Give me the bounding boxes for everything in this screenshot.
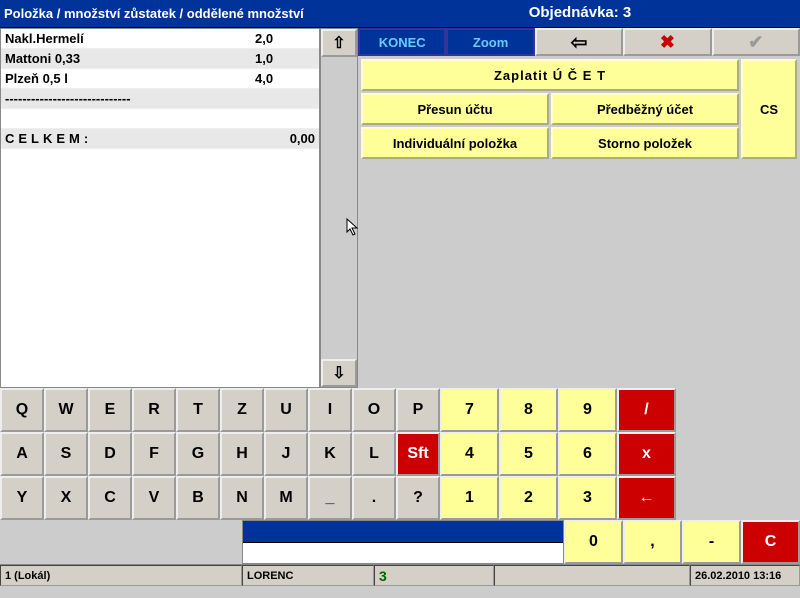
numkey-7[interactable]: 7 xyxy=(440,388,499,432)
key-t[interactable]: T xyxy=(176,388,220,432)
right-blank-area xyxy=(358,162,800,388)
pay-button[interactable]: Zaplatit Ú Č E T xyxy=(361,59,739,91)
status-position: 3 xyxy=(374,565,494,586)
status-bar: 1 (Lokál) LORENC 3 26.02.2010 13:16 xyxy=(0,564,800,586)
konec-button[interactable]: KONEC xyxy=(358,28,446,56)
status-user: LORENC xyxy=(242,565,374,586)
item-name: Plzeň 0,5 l xyxy=(5,71,255,86)
numkey-4[interactable]: 4 xyxy=(440,432,499,476)
status-datetime: 26.02.2010 13:16 xyxy=(690,565,800,586)
numkey-0[interactable]: 0 xyxy=(564,520,623,564)
item-name: Mattoni 0,33 xyxy=(5,51,255,66)
item-qty: 4,0 xyxy=(255,71,315,86)
list-item[interactable]: Nakl.Hermelí 2,0 xyxy=(1,29,319,49)
key-w[interactable]: W xyxy=(44,388,88,432)
key-.[interactable]: . xyxy=(352,476,396,520)
input-top xyxy=(243,521,563,542)
total-row: CELKEM: 0,00 xyxy=(1,129,319,149)
zoom-button[interactable]: Zoom xyxy=(446,28,534,56)
title-bar: Položka / množství zůstatek / oddělené m… xyxy=(0,0,800,28)
order-items-list[interactable]: Nakl.Hermelí 2,0 Mattoni 0,33 1,0 Plzeň … xyxy=(0,28,320,388)
key-q[interactable]: Q xyxy=(0,388,44,432)
input-field[interactable] xyxy=(243,542,563,564)
key-r[interactable]: R xyxy=(132,388,176,432)
numkey-1[interactable]: 1 xyxy=(440,476,499,520)
key-j[interactable]: J xyxy=(264,432,308,476)
key-x[interactable]: X xyxy=(44,476,88,520)
item-qty: 2,0 xyxy=(255,31,315,46)
header-order-label: Objednávka: 3 xyxy=(360,0,800,27)
separator: ----------------------------- xyxy=(1,89,319,109)
numkey-x[interactable]: x xyxy=(617,432,676,476)
individual-item-button[interactable]: Individuální položka xyxy=(361,127,549,159)
key-e[interactable]: E xyxy=(88,388,132,432)
back-arrow-icon: ⇦ xyxy=(571,30,588,55)
key-f[interactable]: F xyxy=(132,432,176,476)
key-s[interactable]: S xyxy=(44,432,88,476)
check-icon: ✔ xyxy=(748,32,763,53)
numkey-←[interactable]: ← xyxy=(617,476,676,520)
key-a[interactable]: A xyxy=(0,432,44,476)
numkey-3[interactable]: 3 xyxy=(558,476,617,520)
key-i[interactable]: I xyxy=(308,388,352,432)
numkey-C[interactable]: C xyxy=(741,520,800,564)
storno-items-button[interactable]: Storno položek xyxy=(551,127,739,159)
move-account-button[interactable]: Přesun účtu xyxy=(361,93,549,125)
scroll-column: ⇧ ⇩ xyxy=(320,28,358,388)
keyboard-input-box[interactable] xyxy=(242,520,564,564)
item-qty: 1,0 xyxy=(255,51,315,66)
key-p[interactable]: P xyxy=(396,388,440,432)
key-k[interactable]: K xyxy=(308,432,352,476)
cs-button[interactable]: CS xyxy=(741,59,797,159)
key-g[interactable]: G xyxy=(176,432,220,476)
status-blank xyxy=(494,565,690,586)
key-_[interactable]: _ xyxy=(308,476,352,520)
key-y[interactable]: Y xyxy=(0,476,44,520)
blank-row xyxy=(1,109,319,129)
numkey-,[interactable]: , xyxy=(623,520,682,564)
numkey-9[interactable]: 9 xyxy=(558,388,617,432)
key-v[interactable]: V xyxy=(132,476,176,520)
numkey--[interactable]: - xyxy=(682,520,741,564)
numkey-5[interactable]: 5 xyxy=(499,432,558,476)
on-screen-keyboard: QWERTZUIOP789/ ASDFGHJKLSft456x YXCVBNM_… xyxy=(0,388,800,564)
key-n[interactable]: N xyxy=(220,476,264,520)
numkey-/[interactable]: / xyxy=(617,388,676,432)
key-?[interactable]: ? xyxy=(396,476,440,520)
scroll-track[interactable] xyxy=(321,57,357,359)
key-c[interactable]: C xyxy=(88,476,132,520)
numkey-8[interactable]: 8 xyxy=(499,388,558,432)
list-item[interactable]: Plzeň 0,5 l 4,0 xyxy=(1,69,319,89)
confirm-button[interactable]: ✔ xyxy=(712,28,800,56)
scroll-down-button[interactable]: ⇩ xyxy=(321,359,357,387)
item-name: Nakl.Hermelí xyxy=(5,31,255,46)
status-lokal: 1 (Lokál) xyxy=(0,565,242,586)
back-button[interactable]: ⇦ xyxy=(535,28,623,56)
x-icon: ✖ xyxy=(660,32,675,53)
key-h[interactable]: H xyxy=(220,432,264,476)
key-m[interactable]: M xyxy=(264,476,308,520)
key-sft[interactable]: Sft xyxy=(396,432,440,476)
scroll-up-button[interactable]: ⇧ xyxy=(321,29,357,57)
keyboard-pad xyxy=(0,520,242,564)
preliminary-account-button[interactable]: Předběžný účet xyxy=(551,93,739,125)
numkey-6[interactable]: 6 xyxy=(558,432,617,476)
key-d[interactable]: D xyxy=(88,432,132,476)
key-o[interactable]: O xyxy=(352,388,396,432)
cancel-button[interactable]: ✖ xyxy=(623,28,711,56)
key-l[interactable]: L xyxy=(352,432,396,476)
key-u[interactable]: U xyxy=(264,388,308,432)
total-value: 0,00 xyxy=(290,131,315,146)
total-label: CELKEM: xyxy=(5,131,92,146)
key-b[interactable]: B xyxy=(176,476,220,520)
numkey-2[interactable]: 2 xyxy=(499,476,558,520)
list-item[interactable]: Mattoni 0,33 1,0 xyxy=(1,49,319,69)
header-left-label: Položka / množství zůstatek / oddělené m… xyxy=(0,0,360,27)
key-z[interactable]: Z xyxy=(220,388,264,432)
